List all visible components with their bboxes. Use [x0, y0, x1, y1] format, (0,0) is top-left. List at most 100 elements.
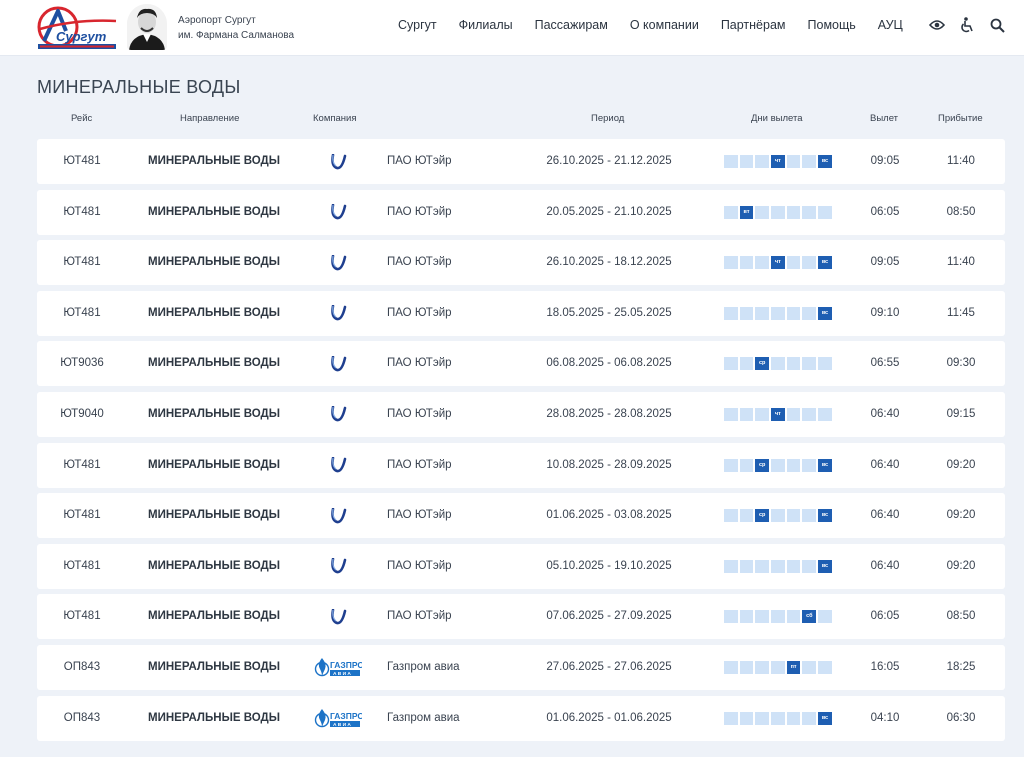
nav-item-surgut[interactable]: Сургут — [398, 18, 437, 32]
column-header-days: Дни вылета — [751, 113, 803, 124]
table-row[interactable]: ОП843 МИНЕРАЛЬНЫЕ ВОДЫ ГАЗПРОМА В И А Га… — [37, 644, 1005, 690]
utair-logo — [311, 594, 365, 639]
flight-number: ЮТ481 — [63, 306, 101, 319]
direction: МИНЕРАЛЬНЫЕ ВОДЫ — [148, 256, 280, 269]
surgut-airport-logo[interactable]: Сургут — [36, 5, 120, 51]
days-of-week: вс — [724, 711, 832, 725]
nav-item-passengers[interactable]: Пассажирам — [535, 18, 608, 32]
period: 01.06.2025 - 03.08.2025 — [546, 509, 672, 522]
nav-item-auc[interactable]: АУЦ — [878, 18, 903, 32]
departure-time: 06:40 — [870, 559, 900, 572]
day-active-4: чт — [771, 407, 785, 421]
svg-text:А В И А: А В И А — [333, 722, 351, 728]
eye-icon[interactable] — [928, 14, 946, 36]
table-row[interactable]: ЮТ481 МИНЕРАЛЬНЫЕ ВОДЫ ПАО ЮТэйр 05.10.2… — [37, 543, 1005, 589]
day-active-7: вс — [818, 559, 832, 573]
day-inactive-2 — [739, 256, 754, 270]
table-row[interactable]: ЮТ481 МИНЕРАЛЬНЫЕ ВОДЫ ПАО ЮТэйр 01.06.2… — [37, 493, 1005, 539]
nav-item-partners[interactable]: Партнёрам — [721, 18, 786, 32]
arrival-time: 08:50 — [946, 205, 976, 218]
svg-text:Сургут: Сургут — [56, 29, 107, 44]
flights-table: ЮТ481 МИНЕРАЛЬНЫЕ ВОДЫ ПАО ЮТэйр 26.10.2… — [37, 139, 1005, 746]
table-row[interactable]: ОП843 МИНЕРАЛЬНЫЕ ВОДЫ ГАЗПРОМА В И А Га… — [37, 695, 1005, 741]
arrival-time: 09:20 — [946, 559, 976, 572]
arrival-time: 18:25 — [946, 660, 976, 673]
nav-item-branches[interactable]: Филиалы — [459, 18, 513, 32]
days-of-week: пт — [724, 660, 832, 674]
day-inactive-5 — [786, 155, 801, 168]
direction: МИНЕРАЛЬНЫЕ ВОДЫ — [148, 660, 280, 673]
table-row[interactable]: ЮТ481 МИНЕРАЛЬНЫЕ ВОДЫ ПАО ЮТэйр 18.05.2… — [37, 290, 1005, 336]
day-inactive-4 — [771, 660, 785, 674]
arrival-time: 06:30 — [946, 711, 976, 724]
utair-logo — [311, 139, 365, 184]
arrival-time: 09:30 — [946, 357, 976, 370]
airport-name: Аэропорт Сургут им. Фармана Салманова — [178, 13, 294, 43]
table-row[interactable]: ЮТ9040 МИНЕРАЛЬНЫЕ ВОДЫ ПАО ЮТэйр 28.08.… — [37, 391, 1005, 437]
company-name: ПАО ЮТэйр — [387, 357, 452, 370]
main-nav: Сургут Филиалы Пассажирам О компании Пар… — [398, 18, 925, 32]
company-name: ПАО ЮТэйр — [387, 155, 452, 167]
svg-text:ГАЗПРОМ: ГАЗПРОМ — [330, 711, 362, 721]
days-of-week: чт вс — [724, 256, 832, 270]
founder-portrait-image — [127, 4, 167, 50]
day-inactive-4 — [771, 711, 785, 725]
table-row[interactable]: ЮТ481 МИНЕРАЛЬНЫЕ ВОДЫ ПАО ЮТэйр 26.10.2… — [37, 240, 1005, 286]
day-inactive-1 — [724, 407, 738, 421]
direction: МИНЕРАЛЬНЫЕ ВОДЫ — [148, 306, 280, 319]
company-name: ПАО ЮТэйр — [387, 458, 452, 471]
day-inactive-7 — [818, 610, 832, 624]
company-name: ПАО ЮТэйр — [387, 509, 452, 522]
departure-time: 09:10 — [870, 306, 900, 319]
utair-logo — [311, 493, 365, 538]
search-icon[interactable] — [988, 14, 1006, 36]
day-inactive-5 — [786, 711, 801, 725]
period: 06.08.2025 - 06.08.2025 — [546, 357, 672, 370]
direction: МИНЕРАЛЬНЫЕ ВОДЫ — [148, 205, 280, 218]
flight-number: ЮТ481 — [63, 155, 101, 167]
table-row[interactable]: ЮТ9036 МИНЕРАЛЬНЫЕ ВОДЫ ПАО ЮТэйр 06.08.… — [37, 341, 1005, 387]
day-inactive-6 — [802, 306, 817, 320]
day-active-7: вс — [818, 256, 832, 270]
arrival-time: 09:15 — [946, 407, 976, 420]
period: 10.08.2025 - 28.09.2025 — [546, 458, 672, 471]
departure-time: 06:40 — [870, 509, 900, 522]
day-inactive-4 — [771, 509, 785, 523]
departure-time: 06:40 — [870, 458, 900, 471]
day-inactive-3 — [755, 610, 770, 624]
utair-logo — [311, 392, 365, 437]
day-inactive-5 — [786, 306, 801, 320]
company-name: ПАО ЮТэйр — [387, 610, 452, 623]
nav-item-about[interactable]: О компании — [630, 18, 699, 32]
gazprom-avia-logo: ГАЗПРОМА В И А — [311, 645, 365, 690]
svg-text:ГАЗПРОМ: ГАЗПРОМ — [330, 660, 362, 670]
table-row[interactable]: ЮТ481 МИНЕРАЛЬНЫЕ ВОДЫ ПАО ЮТэйр 10.08.2… — [37, 442, 1005, 488]
direction: МИНЕРАЛЬНЫЕ ВОДЫ — [148, 458, 280, 471]
column-header-company: Компания — [313, 113, 357, 124]
day-inactive-6 — [802, 660, 817, 674]
direction: МИНЕРАЛЬНЫЕ ВОДЫ — [148, 610, 280, 623]
accessibility-icon[interactable] — [958, 14, 976, 36]
day-inactive-3 — [755, 155, 770, 168]
utair-logo — [311, 443, 365, 488]
day-inactive-6 — [802, 155, 817, 168]
direction: МИНЕРАЛЬНЫЕ ВОДЫ — [148, 407, 280, 420]
day-inactive-1 — [724, 458, 738, 472]
utair-logo — [311, 341, 365, 386]
day-inactive-2 — [739, 458, 754, 472]
day-inactive-5 — [786, 205, 801, 219]
table-row[interactable]: ЮТ481 МИНЕРАЛЬНЫЕ ВОДЫ ПАО ЮТэйр 26.10.2… — [37, 139, 1005, 184]
day-active-2: вт — [739, 205, 754, 219]
day-inactive-2 — [739, 357, 754, 371]
company-name: ПАО ЮТэйр — [387, 256, 452, 269]
flight-number: ОП843 — [63, 711, 101, 724]
site-header: Сургут Аэропорт Сургут им. Фармана Салма… — [0, 0, 1024, 56]
day-inactive-2 — [739, 711, 754, 725]
table-row[interactable]: ЮТ481 МИНЕРАЛЬНЫЕ ВОДЫ ПАО ЮТэйр 07.06.2… — [37, 594, 1005, 640]
day-active-7: вс — [818, 509, 832, 523]
nav-item-help[interactable]: Помощь — [808, 18, 856, 32]
arrival-time: 11:40 — [947, 155, 975, 167]
day-inactive-6 — [802, 256, 817, 270]
day-active-7: вс — [818, 711, 832, 725]
table-row[interactable]: ЮТ481 МИНЕРАЛЬНЫЕ ВОДЫ ПАО ЮТэйр 20.05.2… — [37, 189, 1005, 235]
